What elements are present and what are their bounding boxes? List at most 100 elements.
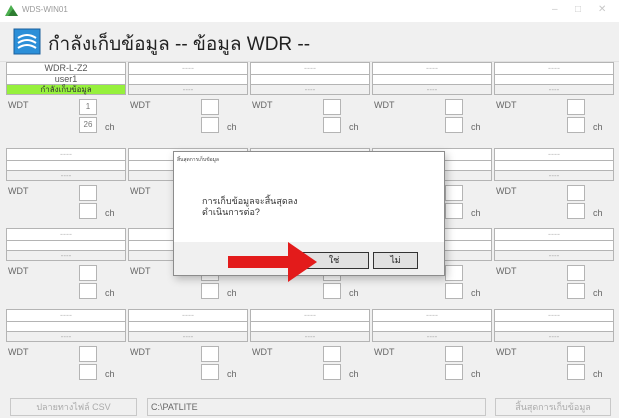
unit-channel-field[interactable] (79, 283, 97, 299)
app-icon (5, 5, 18, 16)
unit-cell: --------WDTch (494, 228, 614, 304)
unit-number-field[interactable] (323, 99, 341, 115)
unit-channel-field[interactable] (201, 364, 219, 380)
unit-number-field[interactable] (445, 346, 463, 362)
unit-channel-field[interactable] (567, 117, 585, 133)
unit-number-field[interactable] (201, 346, 219, 362)
unit-number-field[interactable] (445, 185, 463, 201)
unit-status: ---- (250, 84, 370, 95)
unit-wdt-label: WDT (496, 186, 517, 196)
unit-cell: --------WDTch (128, 62, 248, 138)
unit-status: ---- (372, 331, 492, 342)
unit-ch-label: ch (471, 369, 481, 379)
unit-cell: --------WDTch (6, 309, 126, 385)
unit-wdt-label: WDT (496, 347, 517, 357)
unit-ch-label: ch (227, 369, 237, 379)
unit-wdt-label: WDT (252, 100, 273, 110)
unit-ch-label: ch (227, 288, 237, 298)
unit-cell: --------WDTch (128, 309, 248, 385)
unit-number-field[interactable] (567, 99, 585, 115)
unit-channel-field[interactable] (79, 203, 97, 219)
unit-number-field[interactable] (567, 346, 585, 362)
unit-channel-field[interactable] (445, 203, 463, 219)
unit-channel-field[interactable] (201, 117, 219, 133)
unit-number-field[interactable] (445, 265, 463, 281)
unit-wdt-label: WDT (8, 347, 29, 357)
unit-ch-label: ch (349, 122, 359, 132)
unit-status: ---- (494, 250, 614, 261)
window-title: WDS-WIN01 (22, 5, 68, 14)
csv-path-field[interactable]: C:\PATLITE (147, 398, 486, 416)
unit-status: ---- (494, 170, 614, 181)
unit-status: ---- (128, 84, 248, 95)
unit-status: ---- (372, 84, 492, 95)
window-titlebar: WDS-WIN01 – □ ✕ (0, 0, 619, 22)
unit-status: ---- (6, 331, 126, 342)
unit-number-field[interactable] (79, 265, 97, 281)
unit-cell: --------WDTch (494, 309, 614, 385)
dialog-message-line2: ดำเนินการต่อ? (202, 207, 260, 217)
unit-cell: --------WDTch (250, 309, 370, 385)
unit-channel-field[interactable] (445, 364, 463, 380)
unit-channel-field[interactable] (567, 203, 585, 219)
unit-ch-label: ch (593, 122, 603, 132)
unit-ch-label: ch (593, 369, 603, 379)
unit-ch-label: ch (349, 288, 359, 298)
unit-status: ---- (494, 84, 614, 95)
unit-ch-label: ch (349, 369, 359, 379)
no-button[interactable]: ไม่ (373, 252, 418, 269)
unit-number-field[interactable] (567, 185, 585, 201)
end-collection-button[interactable]: สิ้นสุดการเก็บข้อมูล (495, 398, 611, 416)
unit-number-field[interactable] (79, 185, 97, 201)
unit-channel-field[interactable] (79, 364, 97, 380)
csv-destination-button[interactable]: ปลายทางไฟล์ CSV (10, 398, 137, 416)
data-collection-icon (13, 28, 41, 55)
unit-channel-field[interactable] (567, 283, 585, 299)
unit-cell: --------WDTch (250, 62, 370, 138)
unit-channel-field[interactable] (445, 117, 463, 133)
unit-ch-label: ch (593, 208, 603, 218)
unit-wdt-label: WDT (496, 100, 517, 110)
unit-channel-field[interactable]: 26 (79, 117, 97, 133)
maximize-button[interactable]: □ (575, 4, 581, 16)
unit-wdt-label: WDT (130, 266, 151, 276)
unit-number-field[interactable] (445, 99, 463, 115)
unit-wdt-label: WDT (374, 100, 395, 110)
minimize-button[interactable]: – (552, 4, 558, 16)
unit-number-field[interactable] (79, 346, 97, 362)
unit-number-field[interactable]: 1 (79, 99, 97, 115)
unit-wdt-label: WDT (8, 266, 29, 276)
unit-channel-field[interactable] (445, 283, 463, 299)
unit-channel-field[interactable] (567, 364, 585, 380)
unit-channel-field[interactable] (323, 117, 341, 133)
unit-number-field[interactable] (323, 346, 341, 362)
unit-wdt-label: WDT (496, 266, 517, 276)
close-button[interactable]: ✕ (598, 4, 606, 16)
unit-channel-field[interactable] (323, 364, 341, 380)
unit-cell: --------WDTch (494, 148, 614, 224)
red-arrow-icon (228, 242, 317, 282)
unit-cell: WDR-L-Z2 user1 กำลังเก็บข้อมูล WDT 1 26 ch (6, 62, 126, 138)
unit-cell: --------WDTch (6, 228, 126, 304)
unit-number-field[interactable] (201, 99, 219, 115)
unit-wdt-label: WDT (130, 347, 151, 357)
dialog-message: การเก็บข้อมูลจะสิ้นสุดลง ดำเนินการต่อ? (202, 196, 298, 218)
unit-status: กำลังเก็บข้อมูล (6, 84, 126, 95)
unit-wdt-label: WDT (8, 100, 29, 110)
dialog-titlebar: สิ้นสุดการเก็บข้อมูล (174, 152, 444, 166)
unit-status: ---- (6, 250, 126, 261)
unit-cell: --------WDTch (372, 62, 492, 138)
unit-ch-label: ch (471, 122, 481, 132)
unit-wdt-label: WDT (130, 100, 151, 110)
unit-cell: --------WDTch (372, 309, 492, 385)
unit-channel-field[interactable] (201, 283, 219, 299)
dialog-message-line1: การเก็บข้อมูลจะสิ้นสุดลง (202, 196, 298, 206)
unit-ch-label: ch (471, 208, 481, 218)
unit-number-field[interactable] (567, 265, 585, 281)
unit-status: ---- (494, 331, 614, 342)
unit-channel-field[interactable] (323, 283, 341, 299)
unit-ch-label: ch (227, 122, 237, 132)
unit-status: ---- (6, 170, 126, 181)
unit-ch-label: ch (105, 369, 115, 379)
unit-wdt-label: WDT (130, 186, 151, 196)
